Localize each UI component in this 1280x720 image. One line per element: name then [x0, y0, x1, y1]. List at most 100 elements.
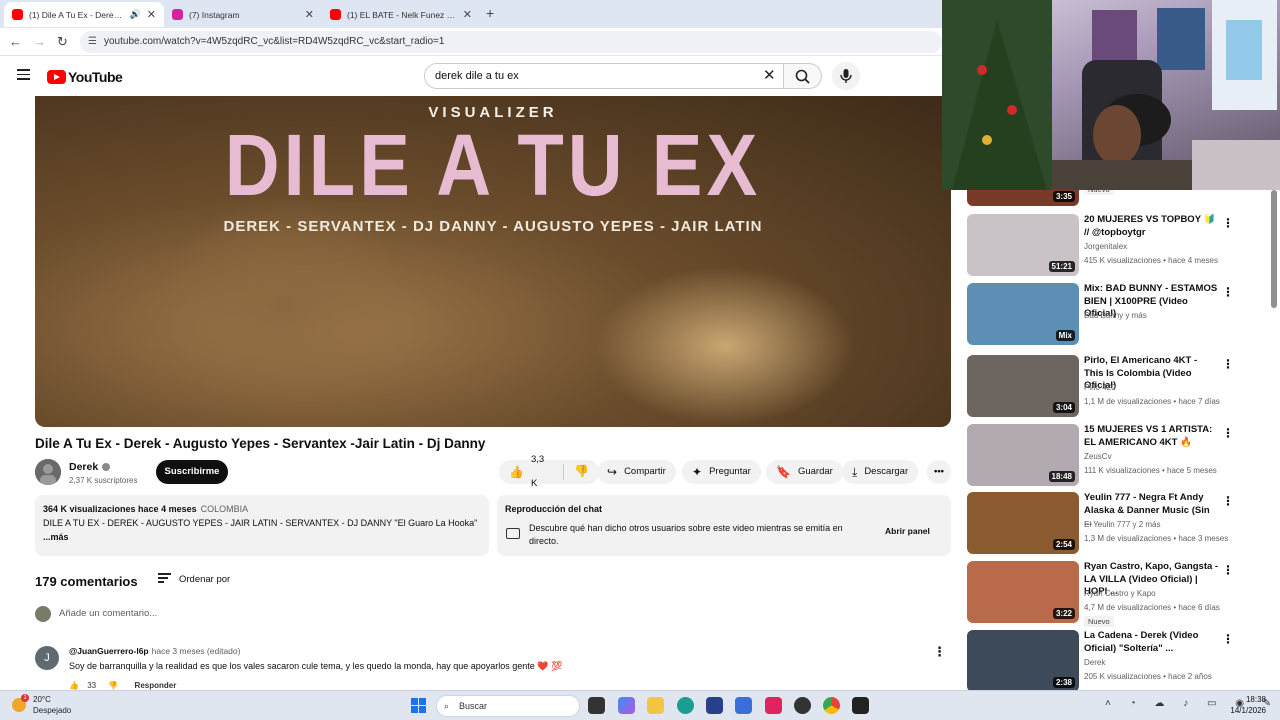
- obs-icon[interactable]: [794, 697, 811, 714]
- notification-badge: 1: [21, 694, 29, 702]
- close-tab-icon[interactable]: ✕: [305, 8, 314, 21]
- taskbar-search[interactable]: ⌕ Buscar: [436, 695, 580, 717]
- channel-avatar[interactable]: [35, 459, 61, 485]
- comment-like-icon[interactable]: 👍: [69, 681, 79, 690]
- show-more-link[interactable]: ...más: [43, 532, 481, 542]
- recommended-title[interactable]: 20 MUJERES VS TOPBOY 🔰 // @topboytgr: [1084, 214, 1219, 239]
- recommended-channel[interactable]: Ryan Castro y Kapo: [1084, 589, 1156, 598]
- new-badge: Nuevo: [1084, 616, 1114, 627]
- video-thumbnail[interactable]: 3:04: [967, 355, 1079, 417]
- comment-time[interactable]: hace 3 meses (editado): [152, 646, 241, 656]
- forward-icon[interactable]: →: [33, 34, 46, 49]
- recommended-video[interactable]: Mix Mix: BAD BUNNY - ESTAMOS BIEN | X100P…: [967, 283, 1267, 345]
- chrome-icon[interactable]: [823, 697, 840, 714]
- comment-dislike-icon[interactable]: 👎: [108, 681, 118, 690]
- description-box[interactable]: 364 K visualizaciones hace 4 meses COLOMB…: [35, 495, 489, 556]
- share-button[interactable]: ↪ Compartir: [597, 460, 676, 484]
- more-options-icon[interactable]: ⋮: [1222, 632, 1234, 646]
- app-icon[interactable]: [735, 697, 752, 714]
- task-view-icon[interactable]: [588, 697, 605, 714]
- youtube-logo[interactable]: YouTube: [47, 69, 123, 85]
- store-icon[interactable]: [706, 697, 723, 714]
- like-button[interactable]: 👍 3,3 K: [499, 454, 565, 489]
- tab-youtube-active[interactable]: (1) Dile A Tu Ex - Derek - Au 🔊 ✕: [4, 2, 164, 27]
- close-tab-icon[interactable]: ✕: [463, 8, 472, 21]
- more-options-icon[interactable]: ⋮: [1222, 426, 1234, 440]
- add-comment-input[interactable]: Añade un comentario...: [59, 608, 157, 619]
- video-thumbnail[interactable]: Mix: [967, 283, 1079, 345]
- clear-search-icon[interactable]: ✕: [763, 66, 776, 84]
- file-explorer-icon[interactable]: [647, 697, 664, 714]
- reload-icon[interactable]: ↻: [57, 34, 68, 50]
- windows-start-icon[interactable]: [411, 698, 427, 714]
- tab-el-bate[interactable]: (1) EL BATE - Nelk Funez FT @ja ✕: [322, 2, 480, 27]
- more-actions-button[interactable]: •••: [927, 460, 951, 484]
- save-button[interactable]: 🔖 Guardar: [766, 460, 843, 484]
- recommended-channel[interactable]: Jorgenitalex: [1084, 242, 1127, 251]
- speaker-icon[interactable]: 🔊: [130, 9, 141, 20]
- more-options-icon[interactable]: ⋮: [1222, 357, 1234, 371]
- video-thumbnail[interactable]: 2:38: [967, 630, 1079, 692]
- my-avatar: [35, 606, 51, 622]
- sidebar-scrollbar[interactable]: [1271, 190, 1277, 308]
- recommended-title[interactable]: La Cadena - Derek (Video Oficial) "Solte…: [1084, 630, 1219, 655]
- voice-search-button[interactable]: [832, 62, 860, 90]
- recommended-channel[interactable]: El Yeulin 777 y 2 más: [1084, 520, 1161, 529]
- recommended-video[interactable]: 51:21 20 MUJERES VS TOPBOY 🔰 // @topboytg…: [967, 214, 1267, 276]
- search-button[interactable]: [784, 63, 822, 89]
- more-options-icon[interactable]: ⋮: [1222, 216, 1234, 230]
- edge-icon[interactable]: [677, 697, 694, 714]
- new-tab-icon[interactable]: +: [486, 5, 494, 21]
- url-field[interactable]: ☰ youtube.com/watch?v=4W5zqdRC_vc&list=R…: [80, 31, 942, 53]
- webcam-image: [942, 0, 1280, 190]
- recommended-video[interactable]: 3:22 Ryan Castro, Kapo, Gangsta - LA VILL…: [967, 561, 1267, 627]
- save-label: Guardar: [797, 466, 833, 477]
- recommended-channel[interactable]: Derek: [1084, 658, 1105, 667]
- recommended-views: 4,7 M de visualizaciones • hace 6 días: [1084, 603, 1220, 612]
- download-button[interactable]: ⤓ Descargar: [842, 460, 919, 484]
- video-player[interactable]: VISUALIZER DILE A TU EX DEREK - SERVANTE…: [35, 96, 951, 427]
- subscribe-button[interactable]: Suscribirme: [156, 460, 228, 484]
- video-title: Dile A Tu Ex - Derek - Augusto Yepes - S…: [35, 436, 486, 451]
- recommended-video[interactable]: 2:38 La Cadena - Derek (Video Oficial) "S…: [967, 630, 1267, 692]
- search-input[interactable]: derek dile a tu ex: [424, 63, 784, 89]
- channel-name[interactable]: Derek: [69, 461, 111, 473]
- back-icon[interactable]: ←: [9, 34, 22, 49]
- video-thumbnail[interactable]: 2:54: [967, 492, 1079, 554]
- more-options-icon[interactable]: ⋮: [1222, 494, 1234, 508]
- reply-button[interactable]: Responder: [135, 681, 177, 690]
- commenter-avatar[interactable]: J: [35, 646, 59, 670]
- video-thumbnail[interactable]: 51:21: [967, 214, 1079, 276]
- open-panel-button[interactable]: Abrir panel: [885, 526, 930, 536]
- tab-instagram[interactable]: (7) Instagram ✕: [164, 2, 322, 27]
- clock[interactable]: 18:38 14/1/2026: [1226, 694, 1266, 716]
- youtube-favicon-icon: [12, 9, 23, 20]
- recommended-video[interactable]: 2:54 Yeulin 777 - Negra Ft Andy Alaska & …: [967, 492, 1267, 554]
- country-tag: COLOMBIA: [200, 504, 249, 514]
- menu-icon[interactable]: [17, 69, 30, 80]
- channel-name-text: Derek: [69, 461, 99, 473]
- recommended-channel[interactable]: ZeusCv: [1084, 452, 1112, 461]
- ask-button[interactable]: ✦ Preguntar: [682, 460, 761, 484]
- tiktok-icon[interactable]: [765, 697, 782, 714]
- recommended-video[interactable]: 3:04 Pirlo, El Americano 4KT - This Is Co…: [967, 355, 1267, 417]
- sort-comments-button[interactable]: Ordenar por: [158, 573, 230, 585]
- copilot-icon[interactable]: [618, 697, 635, 714]
- close-tab-icon[interactable]: ✕: [147, 8, 156, 21]
- capcut-icon[interactable]: [852, 697, 869, 714]
- dislike-button[interactable]: 👎: [564, 459, 599, 485]
- video-thumbnail[interactable]: 18:48: [967, 424, 1079, 486]
- more-options-icon[interactable]: ⋮: [1222, 285, 1234, 299]
- site-info-icon[interactable]: ☰: [88, 31, 97, 53]
- commenter-handle[interactable]: @JuanGuerrero-l6p: [69, 646, 149, 656]
- recommended-title[interactable]: 15 MUJERES VS 1 ARTISTA: EL AMERICANO 4K…: [1084, 424, 1219, 449]
- recommended-video[interactable]: 18:48 15 MUJERES VS 1 ARTISTA: EL AMERICA…: [967, 424, 1267, 486]
- more-options-icon[interactable]: ⋮: [1222, 563, 1234, 577]
- recommended-channel[interactable]: Bad Bunny y más: [1084, 311, 1147, 320]
- video-overlay-title: DILE A TU EX: [224, 116, 762, 215]
- youtube-play-icon: [47, 70, 66, 84]
- recommended-channel[interactable]: Pirlo 420: [1084, 383, 1116, 392]
- comment-options-icon[interactable]: ⋮: [933, 644, 946, 660]
- chat-icon: [506, 528, 520, 539]
- video-thumbnail[interactable]: 3:22: [967, 561, 1079, 623]
